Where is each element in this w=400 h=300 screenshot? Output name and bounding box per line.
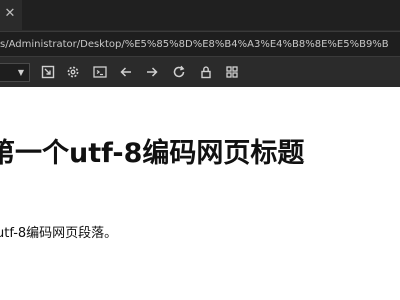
close-icon[interactable]: ✕: [3, 6, 17, 22]
toolbar: ▼: [0, 57, 400, 87]
terminal-icon[interactable]: [92, 64, 108, 80]
forward-arrow-icon[interactable]: [144, 64, 160, 80]
tab-strip: ✕: [0, 0, 400, 30]
url-text[interactable]: s/Administrator/Desktop/%E5%85%8D%E8%B4%…: [0, 36, 400, 54]
lock-icon[interactable]: [198, 64, 214, 80]
refresh-icon[interactable]: [171, 64, 187, 80]
grid-icon[interactable]: [224, 64, 240, 80]
back-arrow-icon[interactable]: [118, 64, 134, 80]
dropdown-caret-icon: ▼: [17, 68, 24, 77]
mode-dropdown[interactable]: ▼: [0, 63, 30, 82]
open-external-icon[interactable]: [40, 64, 56, 80]
settings-icon[interactable]: [65, 64, 81, 80]
page-content: 第一个utf-8编码网页标题 utf-8编码网页段落。: [0, 88, 400, 300]
browser-chrome: ✕ s/Administrator/Desktop/%E5%85%8D%E8%B…: [0, 0, 400, 87]
page-paragraph: utf-8编码网页段落。: [0, 226, 118, 241]
page-title: 第一个utf-8编码网页标题: [0, 138, 305, 169]
address-bar[interactable]: s/Administrator/Desktop/%E5%85%8D%E8%B4%…: [0, 31, 400, 57]
browser-tab[interactable]: ✕: [0, 0, 22, 30]
